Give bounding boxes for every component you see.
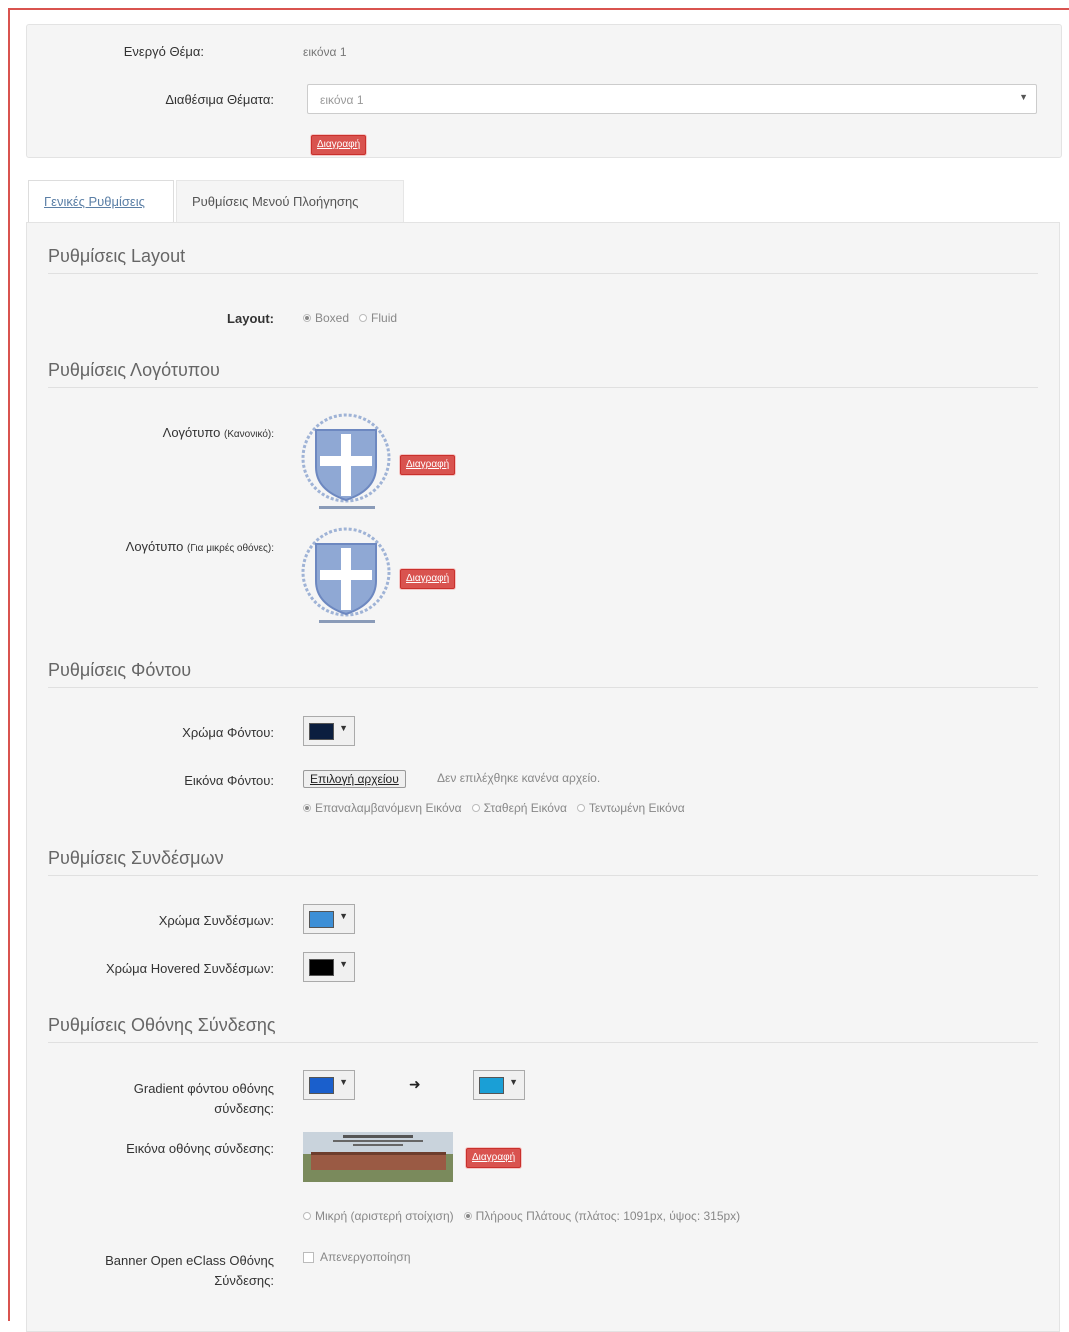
greek-emblem-icon [301,527,391,623]
gradient-from-color-picker[interactable]: ▼ [303,1070,355,1100]
bg-mode-fixed[interactable]: Σταθερή Εικόνα [471,801,567,815]
delete-logo-normal-button[interactable]: Διαγραφή [400,455,456,475]
radio-icon[interactable] [359,314,368,322]
background-color-swatch [309,723,334,740]
logo-normal-label-sub: (Κανονικό): [224,429,274,440]
greek-emblem-icon [301,413,391,509]
layout-option-boxed[interactable]: Boxed [303,311,349,325]
layout-option-fluid-label: Fluid [371,311,398,325]
background-image-label: Εικόνα Φόντου: [184,773,274,788]
links-color-picker[interactable]: ▼ [303,904,355,934]
logo-section-title: Ρυθμίσεις Λογότυπου [48,360,1038,388]
background-image-mode-options: Επαναλαμβανόμενη Εικόνα Σταθερή Εικόνα Τ… [303,801,685,815]
links-hover-color-label: Χρώμα Hovered Συνδέσμων: [105,961,274,976]
links-color-label: Χρώμα Συνδέσμων: [158,913,274,928]
login-section-title: Ρυθμίσεις Οθόνης Σύνδεσης [48,1015,1038,1043]
logo-normal-image [301,412,391,512]
login-size-full[interactable]: Πλήρους Πλάτους (πλάτος: 1091px, ύψος: 3… [463,1209,741,1223]
available-themes-label: Διαθέσιμα Θέματα: [165,92,274,107]
available-themes-value: εικόνα 1 [320,93,364,107]
radio-icon[interactable] [463,1212,472,1220]
delete-theme-button[interactable]: Διαγραφή [311,135,367,155]
file-status-text: Δεν επιλέχθηκε κανένα αρχείο. [437,771,601,785]
choose-file-button[interactable]: Επιλογή αρχείου [303,770,406,788]
radio-icon[interactable] [303,314,311,322]
chevron-down-icon: ▼ [339,959,348,969]
chevron-down-icon: ▼ [339,1077,348,1087]
gradient-to-color-picker[interactable]: ▼ [473,1070,525,1100]
logo-small-label-text: Λογότυπο [125,539,184,554]
layout-label: Layout: [227,311,274,326]
links-hover-color-swatch [309,959,334,976]
chevron-down-icon: ▼ [339,911,348,921]
login-size-full-label: Πλήρους Πλάτους (πλάτος: 1091px, ύψος: 3… [475,1209,741,1223]
tab-navigation-menu-settings[interactable]: Ρυθμίσεις Μενού Πλοήγησης [176,180,404,224]
radio-icon[interactable] [303,804,311,812]
bg-mode-repeat[interactable]: Επαναλαμβανόμενη Εικόνα [303,801,462,815]
bg-mode-stretched-label: Τεντωμένη Εικόνα [588,801,685,815]
arrow-right-icon: ➜ [409,1076,421,1092]
active-theme-label: Ενεργό Θέμα: [123,44,204,59]
banner-label-line2: Σύνδεσης: [214,1273,274,1288]
background-color-picker[interactable]: ▼ [303,716,355,746]
logo-small-image [301,526,391,626]
bg-mode-fixed-label: Σταθερή Εικόνα [483,801,567,815]
banner-label-line1: Banner Open eClass Οθόνης [105,1253,274,1268]
gradient-label: Gradient φόντου οθόνης σύνδεσης: [60,1079,274,1119]
available-themes-select[interactable]: εικόνα 1 ▼ [307,84,1037,114]
gradient-label-line2: σύνδεσης: [214,1101,274,1116]
links-section-title: Ρυθμίσεις Συνδέσμων [48,848,1038,876]
banner-label: Banner Open eClass Οθόνης Σύνδεσης: [60,1251,274,1291]
chevron-down-icon: ▼ [339,723,348,733]
logo-small-label: Λογότυπο (Για μικρές οθόνες): [60,539,274,554]
background-color-label: Χρώμα Φόντου: [182,725,274,740]
delete-login-image-button[interactable]: Διαγραφή [466,1148,522,1168]
radio-icon[interactable] [471,804,480,812]
links-color-swatch [309,911,334,928]
layout-options: Boxed Fluid [303,311,397,325]
layout-section-title: Ρυθμίσεις Layout [48,246,1038,274]
layout-option-boxed-label: Boxed [315,311,350,325]
logo-normal-label: Λογότυπο (Κανονικό): [60,425,274,440]
tab-general-settings[interactable]: Γενικές Ρυθμίσεις [28,180,174,224]
gradient-label-line1: Gradient φόντου οθόνης [133,1081,274,1096]
background-section-title: Ρυθμίσεις Φόντου [48,660,1038,688]
bg-mode-stretched[interactable]: Τεντωμένη Εικόνα [576,801,685,815]
login-image-size-options: Μικρή (αριστερή στοίχιση) Πλήρους Πλάτου… [303,1209,740,1223]
radio-icon[interactable] [576,804,585,812]
banner-disable-label: Απενεργοποίηση [320,1250,411,1264]
login-image-thumbnail [303,1132,453,1182]
banner-disable-option[interactable]: Απενεργοποίηση [303,1250,411,1264]
active-theme-value: εικόνα 1 [303,45,347,59]
gradient-to-swatch [479,1077,504,1094]
gradient-from-swatch [309,1077,334,1094]
chevron-down-icon: ▼ [1019,92,1028,102]
logo-normal-label-text: Λογότυπο [162,425,221,440]
checkbox-icon[interactable] [303,1252,314,1264]
layout-option-fluid[interactable]: Fluid [359,311,397,325]
login-size-small-label: Μικρή (αριστερή στοίχιση) [315,1209,454,1223]
logo-small-label-sub: (Για μικρές οθόνες): [187,543,274,554]
login-size-small[interactable]: Μικρή (αριστερή στοίχιση) [303,1209,454,1223]
chevron-down-icon: ▼ [509,1077,518,1087]
radio-icon[interactable] [303,1212,311,1220]
links-hover-color-picker[interactable]: ▼ [303,952,355,982]
delete-logo-small-button[interactable]: Διαγραφή [400,569,456,589]
building-image-icon [303,1132,453,1182]
bg-mode-repeat-label: Επαναλαμβανόμενη Εικόνα [315,801,462,815]
login-image-label: Εικόνα οθόνης σύνδεσης: [126,1141,274,1156]
